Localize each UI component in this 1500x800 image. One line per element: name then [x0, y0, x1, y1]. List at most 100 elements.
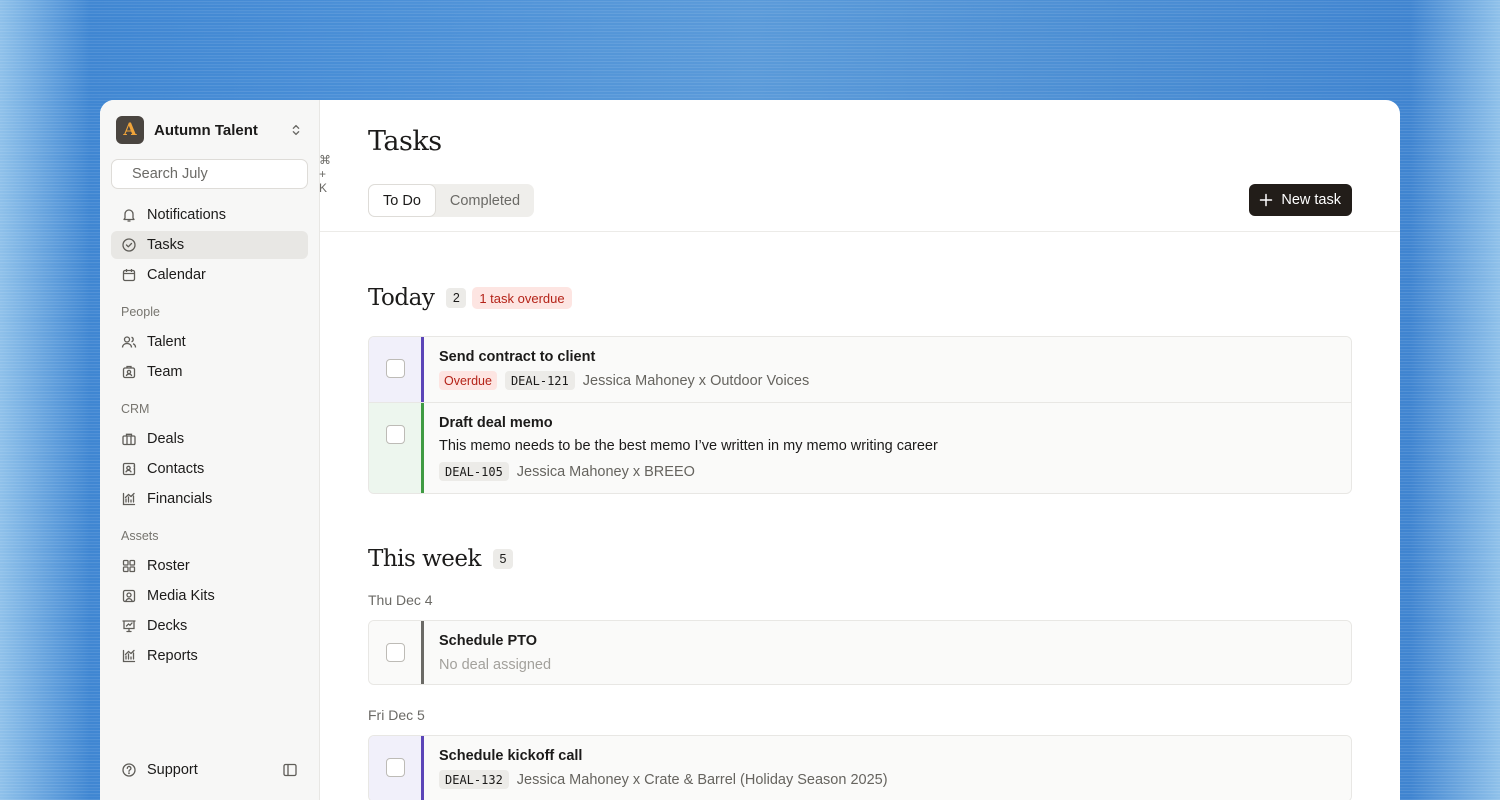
- chart-icon: [122, 492, 136, 506]
- task-row[interactable]: Draft deal memo This memo needs to be th…: [369, 402, 1351, 493]
- search-box[interactable]: ⌘ + K: [111, 153, 331, 195]
- task-meta: Overdue DEAL-121 Jessica Mahoney x Outdo…: [439, 371, 1336, 390]
- section-title: This week: [368, 546, 481, 572]
- task-group: Schedule PTO No deal assigned: [368, 620, 1352, 685]
- task-body: Send contract to client Overdue DEAL-121…: [424, 337, 1351, 402]
- sidebar-item-label: Notifications: [147, 207, 226, 223]
- calendar-icon: [122, 269, 136, 282]
- deal-id-tag[interactable]: DEAL-132: [439, 770, 509, 789]
- search-input[interactable]: [132, 166, 319, 182]
- task-description: This memo needs to be the best memo I’ve…: [439, 438, 938, 454]
- deal-id-tag[interactable]: DEAL-121: [504, 371, 575, 390]
- sidebar-item-deals[interactable]: Deals: [111, 425, 308, 453]
- page-header: Tasks To Do Completed New task: [320, 100, 1400, 232]
- task-tabs: To Do Completed: [368, 184, 535, 217]
- sidebar-item-label: Support: [147, 762, 198, 778]
- chevron-up-down-icon: [292, 124, 300, 136]
- task-group: Send contract to client Overdue DEAL-121…: [368, 336, 1352, 494]
- sidebar-item-label: Reports: [147, 648, 198, 664]
- section-title: Today: [368, 285, 435, 311]
- users-icon: [121, 336, 137, 348]
- task-body: Schedule kickoff call DEAL-132 Jessica M…: [424, 736, 1351, 800]
- sidebar-item-label: Calendar: [147, 267, 206, 283]
- date-label: Fri Dec 5: [368, 707, 425, 723]
- sidebar-item-decks[interactable]: Decks: [111, 612, 308, 640]
- sidebar-toggle-icon[interactable]: [282, 762, 298, 778]
- workspace-name: Autumn Talent: [154, 121, 258, 139]
- task-checkbox-cell: [369, 403, 421, 493]
- sidebar-item-contacts[interactable]: Contacts: [111, 455, 308, 483]
- sidebar-item-team[interactable]: Team: [111, 358, 308, 386]
- deal-id-tag[interactable]: DEAL-105: [439, 462, 509, 481]
- task-checkbox[interactable]: [385, 643, 405, 662]
- count-badge: 2: [446, 288, 467, 308]
- id-badge-icon: [122, 365, 136, 379]
- sidebar-item-label: Media Kits: [147, 588, 215, 604]
- task-title: Schedule kickoff call: [439, 748, 583, 764]
- sidebar-item-support[interactable]: Support: [111, 756, 308, 784]
- section-label-people: People: [121, 305, 160, 319]
- sidebar-item-financials[interactable]: Financials: [111, 485, 308, 513]
- task-title: Draft deal memo: [439, 415, 553, 431]
- task-row[interactable]: Send contract to client Overdue DEAL-121…: [369, 337, 1351, 402]
- workspace-logo: A: [116, 116, 144, 144]
- grid-icon: [122, 559, 136, 573]
- sidebar-item-media-kits[interactable]: Media Kits: [111, 582, 308, 610]
- task-row[interactable]: Schedule kickoff call DEAL-132 Jessica M…: [369, 736, 1351, 800]
- no-deal-text: No deal assigned: [439, 656, 552, 673]
- task-checkbox[interactable]: [385, 758, 405, 777]
- sidebar-item-label: Deals: [147, 431, 185, 447]
- app-window: A Autumn Talent ⌘ + K Notifications Task…: [100, 100, 1400, 800]
- task-checkbox-cell: [369, 621, 421, 684]
- overdue-tag: Overdue: [439, 371, 497, 390]
- sidebar-item-label: Tasks: [147, 237, 185, 253]
- page-title: Tasks: [368, 126, 442, 157]
- deal-name[interactable]: Jessica Mahoney x Outdoor Voices: [583, 373, 809, 389]
- task-checkbox-cell: [369, 337, 421, 402]
- date-label: Thu Dec 4: [368, 592, 433, 608]
- portrait-icon: [122, 589, 136, 603]
- briefcase-icon: [122, 433, 136, 446]
- sidebar-item-label: Talent: [147, 334, 186, 350]
- new-task-button[interactable]: New task: [1249, 184, 1352, 216]
- sidebar-item-roster[interactable]: Roster: [111, 552, 308, 580]
- task-body: Schedule PTO No deal assigned: [424, 621, 1351, 684]
- sidebar-item-tasks[interactable]: Tasks: [111, 231, 308, 259]
- sidebar-item-label: Contacts: [147, 461, 205, 477]
- sidebar-item-calendar[interactable]: Calendar: [111, 261, 308, 289]
- section-header: Today 2 1 task overdue: [368, 283, 1352, 313]
- deal-name[interactable]: Jessica Mahoney x BREEO: [517, 464, 695, 480]
- section-label-crm: CRM: [121, 402, 150, 416]
- check-circle-icon: [122, 238, 136, 252]
- sidebar: A Autumn Talent ⌘ + K Notifications Task…: [100, 100, 331, 800]
- bell-icon: [123, 209, 135, 222]
- sidebar-item-talent[interactable]: Talent: [111, 328, 308, 356]
- sidebar-item-notifications[interactable]: Notifications: [111, 201, 308, 229]
- presentation-icon: [122, 620, 136, 633]
- sidebar-item-reports[interactable]: Reports: [111, 642, 308, 670]
- workspace-switcher[interactable]: A Autumn Talent: [111, 115, 308, 145]
- section-label-assets: Assets: [121, 529, 159, 543]
- overdue-badge: 1 task overdue: [472, 287, 572, 309]
- today-section: Today 2 1 task overdue Send contract to …: [368, 283, 1352, 494]
- sidebar-item-label: Roster: [147, 558, 190, 574]
- this-week-section: This week 5 Thu Dec 4 Schedule PTO No de…: [368, 544, 1352, 800]
- task-body: Draft deal memo This memo needs to be th…: [424, 403, 1351, 493]
- sidebar-item-label: Financials: [147, 491, 213, 507]
- task-meta: No deal assigned: [439, 655, 1336, 674]
- task-checkbox-cell: [369, 736, 421, 800]
- count-badge: 5: [492, 549, 513, 569]
- section-header: This week 5: [368, 544, 1352, 574]
- task-group: Schedule kickoff call DEAL-132 Jessica M…: [368, 735, 1352, 800]
- tab-to-do[interactable]: To Do: [368, 184, 436, 217]
- task-checkbox[interactable]: [385, 425, 405, 444]
- new-task-label: New task: [1281, 192, 1341, 208]
- main-content: Tasks To Do Completed New task Today 2 1…: [320, 100, 1400, 800]
- deal-name[interactable]: Jessica Mahoney x Crate & Barrel (Holida…: [517, 772, 888, 788]
- plus-icon: [1260, 193, 1273, 207]
- task-checkbox[interactable]: [385, 359, 405, 378]
- task-meta: DEAL-132 Jessica Mahoney x Crate & Barre…: [439, 770, 1336, 789]
- tab-completed[interactable]: Completed: [436, 184, 534, 217]
- task-row[interactable]: Schedule PTO No deal assigned: [369, 621, 1351, 684]
- task-title: Send contract to client: [439, 349, 596, 365]
